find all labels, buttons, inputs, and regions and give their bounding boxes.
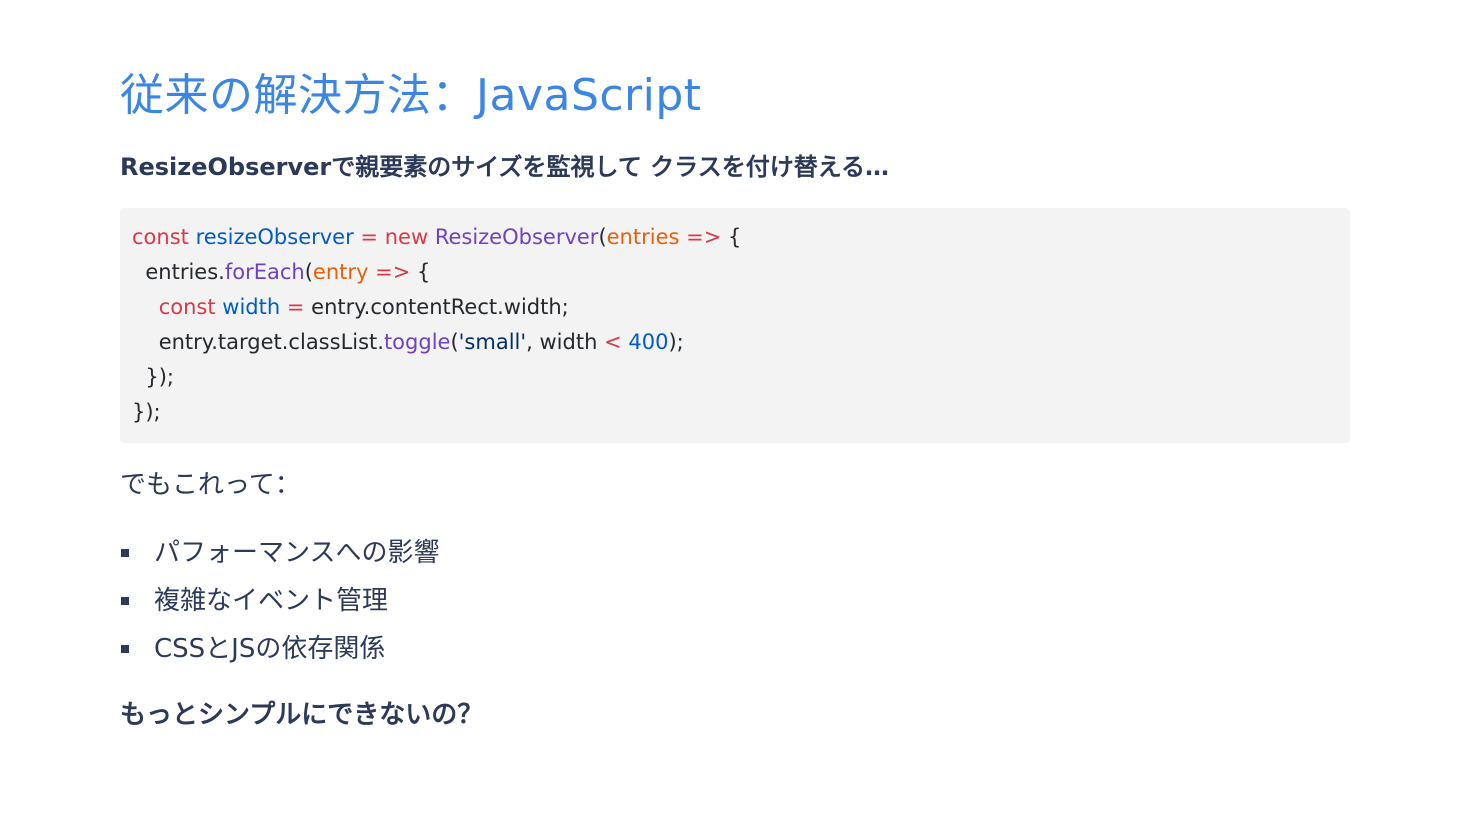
code-token: const: [158, 295, 216, 319]
slide-subtitle: ResizeObserverで親要素のサイズを監視して クラスを付け替える…: [120, 153, 889, 181]
list-item: パフォーマンスへの影響: [120, 529, 1350, 577]
code-token: );: [668, 330, 684, 354]
code-token: });: [132, 400, 161, 424]
code-token: (: [598, 225, 607, 249]
code-token: =: [286, 295, 305, 319]
code-token: entries: [606, 225, 680, 249]
code-token: 400: [628, 330, 669, 354]
code-line: entry.target.classList.toggle('small', w…: [132, 325, 1338, 360]
code-token: width: [222, 295, 281, 319]
list-item-label: 複雑なイベント管理: [154, 586, 389, 616]
square-bullet-icon: [121, 645, 129, 653]
list-item: 複雑なイベント管理: [120, 577, 1350, 625]
lead-text: でもこれって：: [120, 470, 301, 500]
code-token: forEach: [224, 260, 305, 284]
list-item-label: CSSとJSの依存関係: [154, 634, 386, 664]
code-block: const resizeObserver = new ResizeObserve…: [120, 208, 1350, 443]
code-token: <: [604, 330, 622, 354]
code-line: entries.forEach(entry => {: [132, 255, 1338, 290]
code-line: const width = entry.contentRect.width;: [132, 290, 1338, 325]
code-token: entry.contentRect.width;: [304, 295, 569, 319]
code-token: });: [132, 365, 174, 389]
list-item: CSSとJSの依存関係: [120, 625, 1350, 673]
bullet-list: パフォーマンスへの影響 複雑なイベント管理 CSSとJSの依存関係: [120, 529, 1350, 673]
code-token: new: [384, 225, 429, 249]
code-line: });: [132, 360, 1338, 395]
code-token: =: [360, 225, 379, 249]
list-item-label: パフォーマンスへの影響: [154, 538, 440, 568]
code-token: {: [410, 260, 431, 284]
slide: 従来の解決方法：JavaScript ResizeObserverで親要素のサイ…: [0, 0, 1470, 828]
code-token: ResizeObserver: [434, 225, 599, 249]
code-token: (: [450, 330, 459, 354]
code-token: , width: [526, 330, 605, 354]
code-token: entry.target.classList.: [132, 330, 384, 354]
code-token: const: [132, 225, 189, 249]
code-token: =>: [375, 260, 411, 284]
slide-title: 従来の解決方法：JavaScript: [120, 70, 702, 121]
code-token: {: [721, 225, 742, 249]
square-bullet-icon: [121, 597, 129, 605]
code-token: (: [304, 260, 313, 284]
code-token: entries.: [132, 260, 225, 284]
square-bullet-icon: [121, 549, 129, 557]
closing-question: もっとシンプルにできないの？: [120, 700, 484, 730]
code-token: resizeObserver: [195, 225, 354, 249]
code-token: 'small': [458, 330, 527, 354]
code-line: });: [132, 395, 1338, 430]
code-token: =>: [686, 225, 722, 249]
code-token: toggle: [383, 330, 451, 354]
code-line: const resizeObserver = new ResizeObserve…: [132, 220, 1338, 255]
code-token: entry: [312, 260, 369, 284]
